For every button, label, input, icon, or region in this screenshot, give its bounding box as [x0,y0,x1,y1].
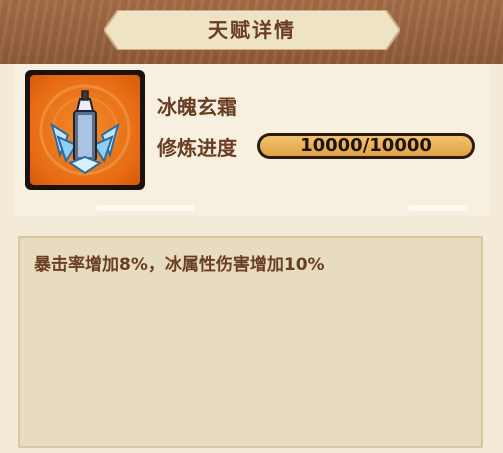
talent-icon-background [30,75,140,185]
talent-icon-frame [25,70,145,190]
title-banner: 天赋详情 [104,10,400,50]
ice-crystal-sword-icon [39,84,131,176]
description-box: 暴击率增加8%，冰属性伤害增加10% [18,236,483,448]
progress-label: 修炼进度 [157,136,237,160]
talent-name: 冰魄玄霜 [157,95,237,119]
progress-text: 10000/10000 [300,135,432,156]
page-title: 天赋详情 [208,18,296,42]
description-text: 暴击率增加8%，冰属性伤害增加10% [34,255,325,275]
progress-bar: 10000/10000 [257,133,475,159]
panel-divider-left [95,205,195,211]
panel-divider-right [408,205,468,211]
